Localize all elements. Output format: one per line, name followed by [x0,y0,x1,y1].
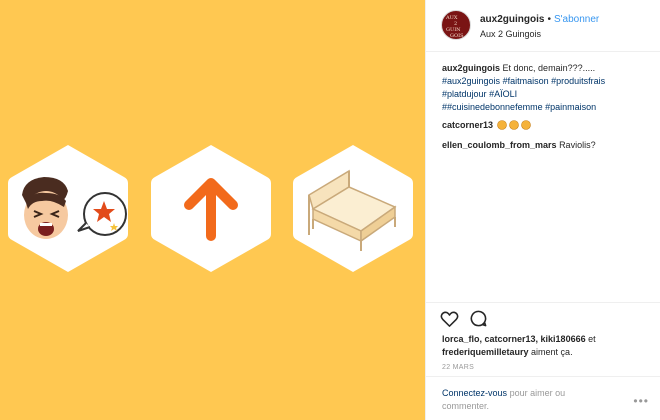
comment: catcorner13 [442,119,652,134]
comments-list: aux2guingois Et donc, demain???..... #au… [442,62,652,157]
follow-button[interactable]: S'abonner [554,14,599,25]
hashtag[interactable]: ##cuisinedebonnefemme [442,102,543,112]
shouting-face-icon [8,145,128,272]
header-subtitle[interactable]: Aux 2 Guingois [480,29,541,39]
likes-user[interactable]: frederiquemilletaury [442,347,529,357]
up-arrow-tile [149,143,273,274]
comment-icon[interactable] [469,309,488,333]
likes-connector: et [588,334,596,344]
login-link[interactable]: Connectez-vous [442,388,507,398]
comment: ellen_coulomb_from_mars Raviolis? [442,139,652,152]
comment-username[interactable]: ellen_coulomb_from_mars [442,140,557,150]
likes-suffix: aiment ça. [531,347,573,357]
bed-icon [293,145,413,272]
hashtag[interactable]: #faitmaison [503,76,549,86]
likes-summary: lorca_flo, catcorner13, kiki180666 et fr… [442,333,652,359]
caption: aux2guingois Et donc, demain???..... #au… [442,62,652,114]
post-sidebar: AUX 2 GUIN GOIS aux2guingois • S'abonner A… [425,0,660,420]
hashtag[interactable]: #platdujour [442,89,487,99]
separator-dot: • [547,14,551,25]
avatar[interactable]: AUX 2 GUIN GOIS [441,10,471,40]
comment-username[interactable]: catcorner13 [442,120,493,130]
bed-tile [291,143,415,274]
header-username-row: aux2guingois • S'abonner [480,14,599,25]
more-options-icon[interactable]: ••• [633,394,649,408]
shouting-face-tile [6,143,130,274]
clapping-hands-icon [496,119,532,134]
post-date[interactable]: 22 MARS [442,364,474,371]
avatar-text-line: GOIS [450,33,464,39]
login-prompt: Connectez-vous pour aimer ou commenter. … [426,376,660,420]
header-username[interactable]: aux2guingois [480,14,544,25]
login-text-block: Connectez-vous pour aimer ou commenter. [442,387,612,413]
caption-text: Et donc, demain???..... [502,63,596,73]
comment-text: Raviolis? [559,140,596,150]
likes-users[interactable]: lorca_flo, catcorner13, kiki180666 [442,334,586,344]
heart-icon[interactable] [440,310,459,333]
hashtag[interactable]: #aux2guingois [442,76,500,86]
caption-username[interactable]: aux2guingois [442,63,500,73]
post-header: AUX 2 GUIN GOIS aux2guingois • S'abonner A… [426,0,660,52]
up-arrow-icon [151,145,271,272]
post-image[interactable] [0,0,425,420]
hashtag[interactable]: #painmaison [545,102,596,112]
hashtag[interactable]: #AÏOLI [489,89,517,99]
hashtag[interactable]: #produitsfrais [551,76,605,86]
post-actions: lorca_flo, catcorner13, kiki180666 et fr… [426,302,660,374]
